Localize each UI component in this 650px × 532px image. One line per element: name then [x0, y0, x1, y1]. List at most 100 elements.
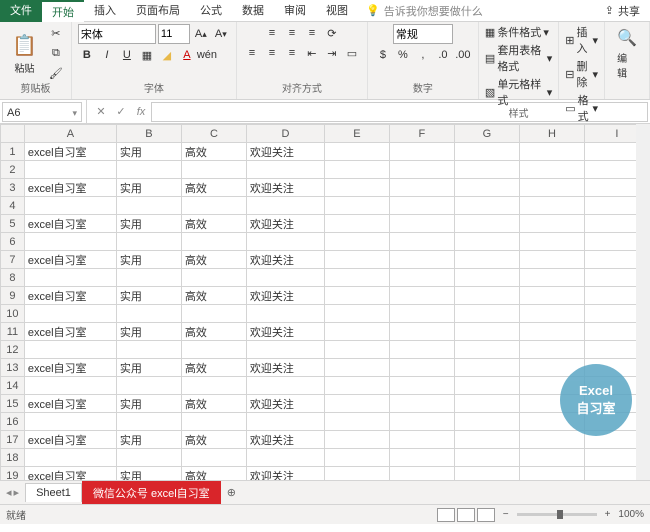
cell[interactable]: 欢迎关注: [246, 143, 324, 161]
cell[interactable]: [324, 269, 389, 287]
cell[interactable]: [454, 467, 519, 481]
zoom-in-button[interactable]: +: [605, 509, 611, 520]
cell[interactable]: [389, 341, 454, 359]
cell[interactable]: [181, 305, 246, 323]
font-name-combo[interactable]: [78, 24, 156, 44]
cell[interactable]: 实用: [116, 287, 181, 305]
cell[interactable]: [181, 449, 246, 467]
cell[interactable]: 欢迎关注: [246, 215, 324, 233]
indent-inc-button[interactable]: ⇥: [323, 44, 341, 62]
cell[interactable]: [389, 179, 454, 197]
tab-data[interactable]: 数据: [232, 0, 274, 22]
cell[interactable]: [454, 179, 519, 197]
cell[interactable]: [389, 431, 454, 449]
tell-me[interactable]: 💡 告诉我你想要做什么: [366, 3, 483, 19]
cell[interactable]: [389, 449, 454, 467]
align-left-button[interactable]: ≡: [243, 44, 261, 62]
row-header[interactable]: 4: [1, 197, 25, 215]
col-header-D[interactable]: D: [246, 125, 324, 143]
cell[interactable]: 高效: [181, 143, 246, 161]
align-center-button[interactable]: ≡: [263, 44, 281, 62]
cell[interactable]: [246, 341, 324, 359]
cell[interactable]: 实用: [116, 431, 181, 449]
cell[interactable]: 高效: [181, 251, 246, 269]
cell[interactable]: excel自习室: [24, 179, 116, 197]
cell[interactable]: 高效: [181, 179, 246, 197]
cell[interactable]: excel自习室: [24, 251, 116, 269]
view-layout-button[interactable]: [457, 508, 475, 522]
font-color-button[interactable]: A: [178, 46, 196, 64]
phonetic-button[interactable]: wén: [198, 46, 216, 64]
cell[interactable]: excel自习室: [24, 467, 116, 481]
share-button[interactable]: ⇪ 共享: [605, 3, 640, 19]
select-all-corner[interactable]: [1, 125, 25, 143]
cell[interactable]: 实用: [116, 179, 181, 197]
cell[interactable]: [519, 197, 584, 215]
cell[interactable]: [454, 395, 519, 413]
cell[interactable]: [324, 233, 389, 251]
col-header-C[interactable]: C: [181, 125, 246, 143]
new-sheet-button[interactable]: ⊕: [221, 486, 242, 499]
cell[interactable]: [389, 269, 454, 287]
cell[interactable]: [24, 377, 116, 395]
row-header[interactable]: 9: [1, 287, 25, 305]
worksheet-grid[interactable]: ABCDEFGHI 1excel自习室实用高效欢迎关注23excel自习室实用高…: [0, 124, 650, 480]
currency-button[interactable]: $: [374, 46, 392, 64]
conditional-format-button[interactable]: ▦条件格式 ▾: [485, 24, 549, 40]
cell[interactable]: 实用: [116, 215, 181, 233]
cell[interactable]: 高效: [181, 467, 246, 481]
number-format-combo[interactable]: [393, 24, 453, 44]
cell[interactable]: [181, 269, 246, 287]
cell[interactable]: [454, 359, 519, 377]
row-header[interactable]: 5: [1, 215, 25, 233]
fill-color-button[interactable]: ◢: [158, 46, 176, 64]
orientation-button[interactable]: ⟳: [323, 24, 341, 42]
cell[interactable]: [389, 413, 454, 431]
cell[interactable]: [454, 233, 519, 251]
cell[interactable]: [519, 161, 584, 179]
cell[interactable]: [454, 377, 519, 395]
cell[interactable]: [181, 197, 246, 215]
cell[interactable]: [181, 341, 246, 359]
indent-dec-button[interactable]: ⇤: [303, 44, 321, 62]
cell[interactable]: [181, 233, 246, 251]
cell[interactable]: 欢迎关注: [246, 431, 324, 449]
cell[interactable]: [389, 233, 454, 251]
cell[interactable]: [389, 143, 454, 161]
cell[interactable]: [324, 305, 389, 323]
border-button[interactable]: ▦: [138, 46, 156, 64]
row-header[interactable]: 14: [1, 377, 25, 395]
cell[interactable]: [519, 269, 584, 287]
cell[interactable]: [246, 413, 324, 431]
cell[interactable]: [324, 143, 389, 161]
row-header[interactable]: 19: [1, 467, 25, 481]
cell[interactable]: [454, 323, 519, 341]
find-button[interactable]: 🔍 编辑: [611, 26, 643, 82]
align-middle-button[interactable]: ≡: [283, 24, 301, 42]
cell[interactable]: 欢迎关注: [246, 323, 324, 341]
cell[interactable]: [519, 143, 584, 161]
comma-button[interactable]: ,: [414, 46, 432, 64]
cell[interactable]: [389, 287, 454, 305]
cell[interactable]: [246, 197, 324, 215]
zoom-out-button[interactable]: −: [503, 509, 509, 520]
cell[interactable]: [246, 305, 324, 323]
cell[interactable]: [116, 341, 181, 359]
row-header[interactable]: 15: [1, 395, 25, 413]
cell[interactable]: [324, 467, 389, 481]
cell[interactable]: 高效: [181, 395, 246, 413]
cell[interactable]: [519, 467, 584, 481]
cell[interactable]: 实用: [116, 143, 181, 161]
cell[interactable]: [324, 323, 389, 341]
tab-home[interactable]: 开始: [42, 0, 84, 22]
tab-file[interactable]: 文件: [0, 0, 42, 22]
tab-formulas[interactable]: 公式: [190, 0, 232, 22]
sheet-tab-2[interactable]: 微信公众号 excel自习室: [82, 481, 221, 504]
cell[interactable]: [454, 269, 519, 287]
row-header[interactable]: 6: [1, 233, 25, 251]
align-bottom-button[interactable]: ≡: [303, 24, 321, 42]
cell[interactable]: [389, 215, 454, 233]
cell[interactable]: [389, 305, 454, 323]
bold-button[interactable]: B: [78, 46, 96, 64]
cell[interactable]: [454, 143, 519, 161]
